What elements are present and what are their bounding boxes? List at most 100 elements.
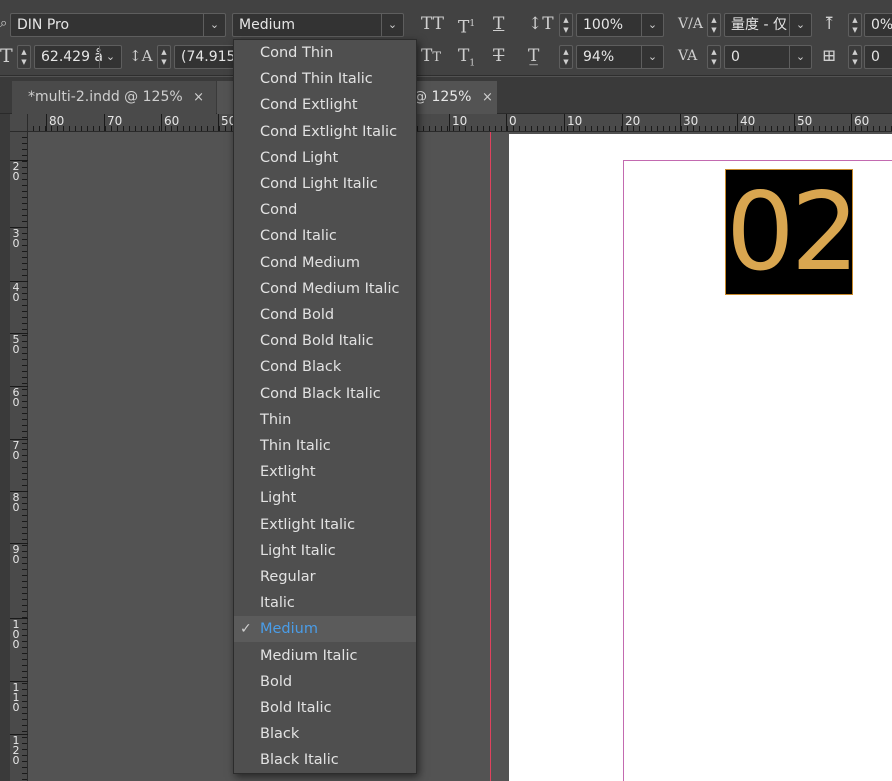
ruler-label: 5 0 (12, 333, 20, 356)
menu-item-bold-italic[interactable]: Bold Italic (234, 695, 416, 721)
baseline-shift-icon: ⤒ (822, 14, 837, 34)
chevron-down-icon[interactable]: ⌄ (789, 14, 811, 36)
close-icon[interactable]: × (193, 90, 204, 105)
menu-item-medium-italic[interactable]: Medium Italic (234, 643, 416, 669)
menu-item-cond-bold-italic[interactable]: Cond Bold Italic (234, 328, 416, 354)
menu-item-light[interactable]: Light (234, 485, 416, 511)
skew-value: 0 (871, 49, 880, 65)
menu-item-cond-medium[interactable]: Cond Medium (234, 250, 416, 276)
ruler-label: 30 (683, 114, 699, 128)
font-size-stepper[interactable]: ▲ ▼ (17, 45, 31, 69)
menu-item-label: Italic (260, 595, 295, 612)
horizontal-scale-field[interactable]: 94% ⌄ (576, 45, 664, 69)
ruler-label: 70 (107, 114, 123, 128)
font-style-value: Medium (239, 17, 295, 33)
menu-item-label: Black Italic (260, 752, 339, 769)
kerning-field[interactable]: 量度 - 仅 ⌄ (724, 13, 812, 37)
chevron-down-icon[interactable]: ⌄ (641, 46, 663, 68)
ruler-label: 40 (740, 114, 756, 128)
font-size-value: 62.429 å (41, 49, 104, 65)
vertical-scale-icon: ↕T (528, 14, 554, 34)
ruler-label: 50 (797, 114, 813, 128)
underline-icon[interactable]: T (493, 14, 504, 34)
menu-item-cond-extlight[interactable]: Cond Extlight (234, 92, 416, 118)
menu-item-cond-thin[interactable]: Cond Thin (234, 40, 416, 66)
all-caps-icon[interactable]: TT (421, 14, 444, 34)
menu-item-label: Extlight (260, 464, 316, 481)
superscript-icon[interactable]: T1 (458, 14, 475, 38)
font-family-value: DIN Pro (17, 17, 70, 33)
menu-item-medium[interactable]: ✓ Medium (234, 616, 416, 643)
menu-item-bold[interactable]: Bold (234, 669, 416, 695)
ruler-label: 1 0 0 (12, 618, 20, 651)
chevron-down-icon[interactable]: ⌄ (203, 14, 225, 36)
menu-item-extlight-italic[interactable]: Extlight Italic (234, 512, 416, 538)
skew-stepper[interactable]: ▲ ▼ (848, 45, 862, 69)
tracking-stepper[interactable]: ▲ ▼ (707, 45, 721, 69)
font-family-field[interactable]: DIN Pro ⌄ (10, 13, 226, 37)
menu-item-black[interactable]: Black (234, 721, 416, 747)
horizontal-scale-stepper[interactable]: ▲ ▼ (559, 45, 573, 69)
subscript-icon[interactable]: T1 (458, 46, 475, 73)
menu-item-cond-bold[interactable]: Cond Bold (234, 302, 416, 328)
small-caps-icon[interactable]: TT (421, 46, 441, 68)
menu-item-italic[interactable]: Italic (234, 590, 416, 616)
baseline-shift-stepper[interactable]: ▲ ▼ (848, 13, 862, 37)
vertical-scale-field[interactable]: 100% ⌄ (576, 13, 664, 37)
menu-item-black-italic[interactable]: Black Italic (234, 747, 416, 773)
menu-item-cond[interactable]: Cond (234, 197, 416, 223)
ruler-label: 3 0 (12, 227, 20, 250)
menu-item-label: Cond Extlight (260, 97, 358, 114)
menu-item-label: Extlight Italic (260, 516, 356, 533)
font-size-field[interactable]: 62.429 å ⌄ (34, 45, 122, 69)
horizontal-ruler[interactable]: 80 70 60 50 10 0 10 20 30 40 50 60 (28, 114, 892, 132)
strikethrough-icon[interactable]: T (493, 46, 504, 66)
menu-item-label: Cond Extlight Italic (260, 123, 398, 140)
menu-item-cond-black[interactable]: Cond Black (234, 354, 416, 380)
menu-item-thin-italic[interactable]: Thin Italic (234, 433, 416, 459)
search-icon[interactable]: ⌕ (0, 14, 7, 34)
number-text-frame[interactable]: 02 (725, 169, 859, 295)
skew-field[interactable]: 0 (864, 45, 892, 69)
close-icon[interactable]: × (482, 90, 493, 105)
baseline-shift-field[interactable]: 0% (864, 13, 892, 37)
tracking-field[interactable]: 0 ⌄ (724, 45, 812, 69)
menu-item-label: Cond Light (260, 149, 339, 166)
chevron-down-icon[interactable]: ⌄ (641, 14, 663, 36)
menu-item-cond-extlight-italic[interactable]: Cond Extlight Italic (234, 119, 416, 145)
tab-multi-2[interactable]: *multi-2.indd @ 125% × (12, 81, 216, 114)
tracking-value: 0 (731, 49, 740, 65)
menu-item-label: Bold Italic (260, 700, 332, 716)
menu-item-cond-italic[interactable]: Cond Italic (234, 223, 416, 249)
kerning-stepper[interactable]: ▲ ▼ (707, 13, 721, 37)
chevron-down-icon[interactable]: ⌄ (381, 14, 403, 36)
checkmark-icon: ✓ (240, 621, 252, 638)
menu-item-label: Cond Thin Italic (260, 71, 373, 88)
ruler-label: 1 2 0 (12, 734, 20, 767)
vertical-ruler[interactable]: 2 0 3 0 4 0 5 0 6 0 7 0 8 0 9 0 1 0 0 1 1 0 1 2 0 (10, 132, 28, 781)
menu-item-label: Light Italic (260, 542, 336, 559)
leading-stepper[interactable]: ▲ ▼ (157, 45, 171, 69)
menu-item-label: Cond Thin (260, 45, 334, 61)
vertical-scale-stepper[interactable]: ▲ ▼ (559, 13, 573, 37)
leading-value: (74.915 (181, 49, 236, 65)
menu-item-cond-light[interactable]: Cond Light (234, 145, 416, 171)
leading-field[interactable]: (74.915 (174, 45, 236, 69)
menu-item-light-italic[interactable]: Light Italic (234, 538, 416, 564)
ruler-label: 60 (164, 114, 180, 128)
chevron-down-icon[interactable]: ⌄ (99, 46, 121, 68)
chevron-down-icon[interactable]: ⌄ (789, 46, 811, 68)
menu-item-cond-black-italic[interactable]: Cond Black Italic (234, 381, 416, 407)
menu-item-extlight[interactable]: Extlight (234, 459, 416, 485)
kerning-icon: V/A (678, 16, 703, 32)
tool-panel-edge (0, 114, 10, 781)
menu-item-regular[interactable]: Regular (234, 564, 416, 590)
menu-item-thin[interactable]: Thin (234, 407, 416, 433)
menu-item-cond-medium-italic[interactable]: Cond Medium Italic (234, 276, 416, 302)
font-style-field[interactable]: Medium ⌄ (232, 13, 404, 37)
menu-item-cond-thin-italic[interactable]: Cond Thin Italic (234, 66, 416, 92)
ruler-origin[interactable] (10, 114, 28, 132)
menu-item-label: Cond Medium Italic (260, 280, 400, 297)
ruler-label: 6 0 (12, 386, 20, 409)
menu-item-cond-light-italic[interactable]: Cond Light Italic (234, 171, 416, 197)
